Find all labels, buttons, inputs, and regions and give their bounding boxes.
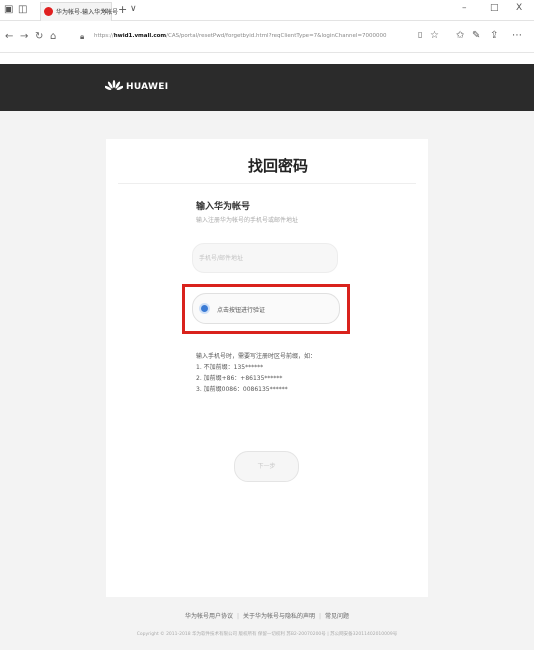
notes-pen-icon[interactable]: ✎ bbox=[472, 30, 480, 41]
page-title: 找回密码 bbox=[247, 157, 308, 175]
back-icon[interactable]: ← bbox=[5, 31, 13, 42]
site-header: HUAWEI bbox=[0, 64, 534, 111]
browser-tab-bar: ▣ ◫ 华为帐号-输入华为帐号 x + ∨ – □ X bbox=[0, 0, 534, 21]
huawei-flower-icon bbox=[105, 80, 123, 91]
verify-button[interactable]: 点击按钮进行验证 bbox=[192, 293, 340, 324]
new-tab-icon[interactable]: + bbox=[118, 3, 127, 16]
footer-link-privacy[interactable]: 关于华为帐号与隐私的声明 bbox=[243, 613, 315, 620]
reading-view-icon[interactable]: ▯ bbox=[418, 30, 422, 39]
logo-text: HUAWEI bbox=[126, 82, 169, 92]
account-input[interactable] bbox=[192, 243, 338, 273]
hint-line: 3. 加前缀0086：0086135****** bbox=[196, 386, 288, 393]
title-divider bbox=[118, 183, 416, 184]
hint-line: 2. 加前缀+86：+86135****** bbox=[196, 375, 283, 382]
more-icon[interactable]: ⋯ bbox=[512, 30, 522, 41]
next-button[interactable]: 下一步 bbox=[234, 451, 299, 482]
footer-links: 华为帐号用户协议 | 关于华为帐号与隐私的声明 | 常见问题 bbox=[184, 613, 350, 620]
tab-close-icon[interactable]: x bbox=[102, 6, 107, 15]
page-body: 找回密码 输入华为帐号 输入注册华为帐号的手机号或邮件地址 点击按钮进行验证 输… bbox=[0, 111, 534, 650]
url-field[interactable]: https://hwid1.vmall.com/CAS/portal/reset… bbox=[94, 33, 387, 39]
section-subtitle: 输入注册华为帐号的手机号或邮件地址 bbox=[196, 217, 299, 224]
tab-history-icon[interactable]: ◫ bbox=[18, 4, 27, 16]
verify-radio-icon[interactable] bbox=[199, 303, 210, 314]
reset-password-card: 找回密码 输入华为帐号 输入注册华为帐号的手机号或邮件地址 点击按钮进行验证 输… bbox=[106, 139, 428, 597]
favorite-star-icon[interactable]: ☆ bbox=[430, 30, 439, 41]
window-menu-icon[interactable]: ▣ bbox=[4, 4, 13, 16]
lock-icon: 🔒︎ bbox=[80, 32, 85, 41]
home-icon[interactable]: ⌂ bbox=[50, 31, 56, 42]
forward-icon[interactable]: → bbox=[20, 31, 28, 42]
favorites-hub-icon[interactable]: ✩ bbox=[456, 30, 464, 41]
browser-address-bar: ← → ↻ ⌂ 🔒︎ https://hwid1.vmall.com/CAS/p… bbox=[0, 21, 534, 53]
hint-line: 1. 不加前缀：135****** bbox=[196, 364, 264, 371]
hint-line: 输入手机号时，需要写注册时区号前缀，如： bbox=[196, 353, 317, 360]
restore-icon[interactable]: □ bbox=[490, 3, 499, 13]
footer-link-user-agreement[interactable]: 华为帐号用户协议 bbox=[185, 613, 233, 620]
huawei-logo[interactable]: HUAWEI bbox=[105, 80, 168, 94]
tab-title: 华为帐号-输入华为帐号 bbox=[56, 9, 119, 16]
minimize-icon[interactable]: – bbox=[462, 3, 467, 13]
verify-label: 点击按钮进行验证 bbox=[217, 307, 266, 314]
footer-link-faq[interactable]: 常见问题 bbox=[325, 613, 349, 620]
phone-format-hints: 输入手机号时，需要写注册时区号前缀，如： 1. 不加前缀：135****** 2… bbox=[196, 351, 316, 395]
share-icon[interactable]: ⇪ bbox=[490, 30, 498, 41]
section-title: 输入华为帐号 bbox=[196, 202, 251, 212]
refresh-icon[interactable]: ↻ bbox=[35, 31, 43, 42]
window-close-icon[interactable]: X bbox=[516, 3, 522, 13]
url-path: /CAS/portal/resetPwd/forgetbyid.html?req… bbox=[166, 33, 387, 39]
url-prefix: https:// bbox=[94, 33, 114, 39]
huawei-favicon-icon bbox=[44, 7, 53, 16]
url-host: hwid1.vmall.com bbox=[113, 33, 167, 39]
copyright: Copyright © 2011-2018 华为软件技术有限公司 版权所有 保留… bbox=[136, 632, 398, 637]
browser-tab[interactable]: 华为帐号-输入华为帐号 x bbox=[40, 2, 118, 21]
tab-list-dropdown-icon[interactable]: ∨ bbox=[130, 4, 137, 14]
